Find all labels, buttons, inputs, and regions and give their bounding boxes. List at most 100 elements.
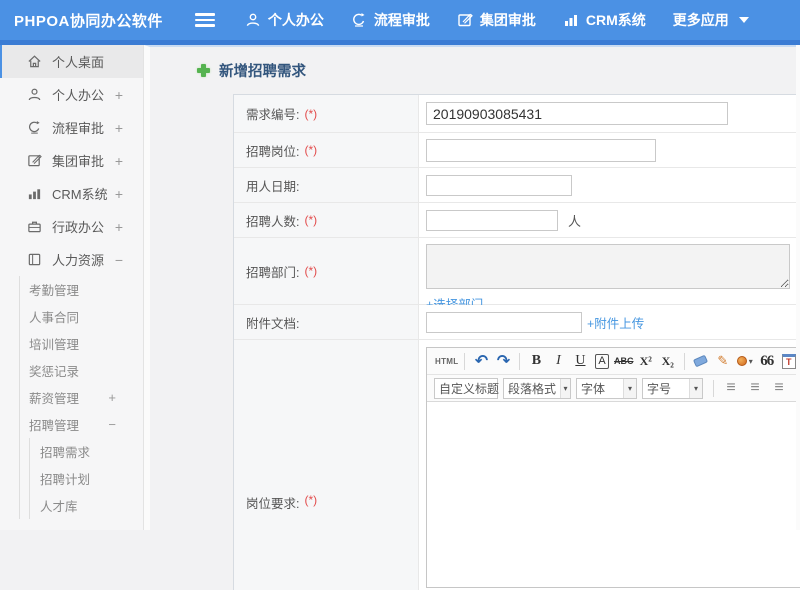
collapse-minus-icon[interactable]: −: [115, 252, 123, 268]
form-row-position: 招聘岗位: (*): [234, 133, 800, 168]
sidebar-item-talent-pool[interactable]: 人才库: [30, 492, 143, 519]
sidebar-item-hr-contract[interactable]: 人事合同: [20, 303, 143, 330]
editor-content-area[interactable]: [427, 402, 800, 587]
align-center-icon[interactable]: ≡: [744, 377, 766, 399]
department-textarea[interactable]: [426, 244, 790, 289]
position-input[interactable]: [426, 138, 656, 162]
attachment-input[interactable]: [426, 311, 582, 333]
caret-down-icon: [738, 17, 749, 23]
expand-plus-icon[interactable]: +: [115, 120, 123, 136]
app-logo: PHPOA协同办公软件: [14, 12, 163, 30]
sidebar-item-recruit-plan[interactable]: 招聘计划: [30, 465, 143, 492]
nav-personal-office[interactable]: 个人办公: [245, 10, 324, 30]
undo-icon[interactable]: ↶: [471, 350, 491, 372]
editor-toolbar-row1: HTML ↶ ↷ B I U A ABC X² X₂ ✎ ▾ 66 T: [427, 348, 800, 375]
form-row-req-no: 需求编号: (*): [234, 95, 800, 133]
collapse-minus-icon[interactable]: −: [108, 417, 116, 432]
hamburger-menu-icon[interactable]: [194, 13, 215, 27]
format-painter-icon[interactable]: ✎: [713, 350, 733, 372]
blockquote-icon[interactable]: 66: [757, 350, 777, 372]
underline-button[interactable]: U: [570, 350, 590, 372]
toolbar-separator: [519, 352, 521, 370]
sidebar: 个人桌面 个人办公 + 流程审批 + 集团审批 + CRM系统 + 行政办公 +…: [0, 45, 144, 530]
sidebar-item-label: 人事合同: [29, 311, 80, 325]
upload-attachment-link[interactable]: +附件上传: [587, 313, 644, 332]
person-icon: [28, 88, 41, 101]
briefcase-icon: [28, 221, 41, 233]
sidebar-item-label: 行政办公: [52, 220, 105, 235]
sidebar-item-attendance[interactable]: 考勤管理: [20, 276, 143, 303]
sidebar-item-label: 个人桌面: [52, 55, 105, 70]
superscript-icon[interactable]: X²: [636, 350, 656, 372]
sidebar-item-label: 奖惩记录: [29, 365, 80, 379]
edit-icon: [458, 13, 473, 27]
form-row-department: 招聘部门: (*) +选择部门: [234, 238, 800, 312]
flow-icon: [352, 13, 365, 27]
sidebar-item-recruit-mgmt[interactable]: 招聘管理 −: [20, 411, 143, 438]
recruit-demand-form: 需求编号: (*) 招聘岗位: (*) 用人日期:: [233, 94, 800, 590]
sidebar-item-crm-system[interactable]: CRM系统 +: [0, 177, 143, 210]
sidebar-item-admin-office[interactable]: 行政办公 +: [0, 210, 143, 243]
sidebar-item-label: 考勤管理: [29, 284, 80, 298]
toolbar-separator: [464, 352, 466, 370]
select-value: 自定义标题: [439, 381, 500, 396]
bold-button[interactable]: B: [526, 350, 546, 372]
eraser-icon[interactable]: [691, 350, 711, 372]
sidebar-item-human-resources[interactable]: 人力资源 −: [0, 243, 143, 276]
font-size-select[interactable]: 字号 ▾: [642, 377, 703, 399]
nav-label: 个人办公: [267, 12, 324, 28]
label-text: 需求编号:: [246, 108, 300, 122]
sidebar-item-workflow-approval[interactable]: 流程审批 +: [0, 111, 143, 144]
date-input[interactable]: [426, 174, 572, 196]
font-family-select[interactable]: 字体 ▾: [576, 377, 637, 399]
req-no-input[interactable]: [426, 102, 728, 125]
strikethrough-icon[interactable]: ABC: [614, 350, 634, 372]
custom-title-select[interactable]: 自定义标题 ▾: [434, 377, 509, 399]
field-value: +附件上传: [419, 305, 800, 339]
sidebar-item-label: 招聘计划: [40, 473, 91, 487]
count-input[interactable]: [426, 209, 558, 231]
field-label: 用人日期:: [234, 168, 419, 202]
nav-label: 更多应用: [672, 12, 729, 28]
italic-button[interactable]: I: [548, 350, 568, 372]
highlight-color-icon[interactable]: ▾: [735, 350, 755, 372]
expand-plus-icon[interactable]: +: [115, 219, 123, 235]
autotypeset-icon[interactable]: A: [595, 353, 609, 369]
sidebar-item-label: 人力资源: [52, 253, 105, 268]
sidebar-item-rewards[interactable]: 奖惩记录: [20, 357, 143, 384]
subscript-icon[interactable]: X₂: [658, 350, 678, 372]
label-text: 岗位要求:: [246, 497, 300, 511]
form-row-date: 用人日期:: [234, 168, 800, 203]
expand-plus-icon[interactable]: +: [115, 87, 123, 103]
sidebar-item-recruit-demand[interactable]: 招聘需求: [30, 438, 143, 465]
field-label: 附件文档:: [234, 305, 419, 339]
expand-plus-icon[interactable]: +: [115, 153, 123, 169]
field-label: 招聘人数: (*): [234, 203, 419, 237]
flow-icon: [29, 120, 40, 134]
nav-label: CRM系统: [585, 12, 646, 28]
field-label: 招聘部门: (*): [234, 238, 419, 304]
sidebar-item-salary[interactable]: 薪资管理 +: [20, 384, 143, 411]
nav-label: 流程审批: [373, 12, 430, 28]
html-source-button[interactable]: HTML: [435, 350, 458, 372]
green-plus-icon: [196, 63, 211, 78]
sidebar-item-group-approval[interactable]: 集团审批 +: [0, 144, 143, 177]
main-content: 新增招聘需求 需求编号: (*) 招聘岗位: (*) 用人日期:: [144, 45, 800, 590]
required-mark: (*): [304, 493, 318, 507]
align-left-icon[interactable]: ≡: [720, 377, 742, 399]
paragraph-format-select[interactable]: 段落格式 ▾: [503, 377, 571, 399]
right-scrollbar-track[interactable]: [796, 45, 800, 530]
sidebar-item-training[interactable]: 培训管理: [20, 330, 143, 357]
bar-chart-icon: [28, 189, 41, 200]
select-value: 字体: [581, 381, 606, 396]
redo-icon[interactable]: ↷: [493, 350, 513, 372]
sidebar-item-personal-desktop[interactable]: 个人桌面: [0, 45, 143, 78]
nav-crm-system[interactable]: CRM系统: [563, 10, 646, 30]
align-right-icon[interactable]: ≡: [768, 377, 790, 399]
expand-plus-icon[interactable]: +: [108, 390, 116, 405]
nav-more-apps[interactable]: 更多应用: [673, 10, 749, 30]
sidebar-item-personal-office[interactable]: 个人办公 +: [0, 78, 143, 111]
expand-plus-icon[interactable]: +: [115, 186, 123, 202]
nav-workflow-approval[interactable]: 流程审批: [351, 10, 430, 30]
nav-group-approval[interactable]: 集团审批: [457, 10, 536, 30]
